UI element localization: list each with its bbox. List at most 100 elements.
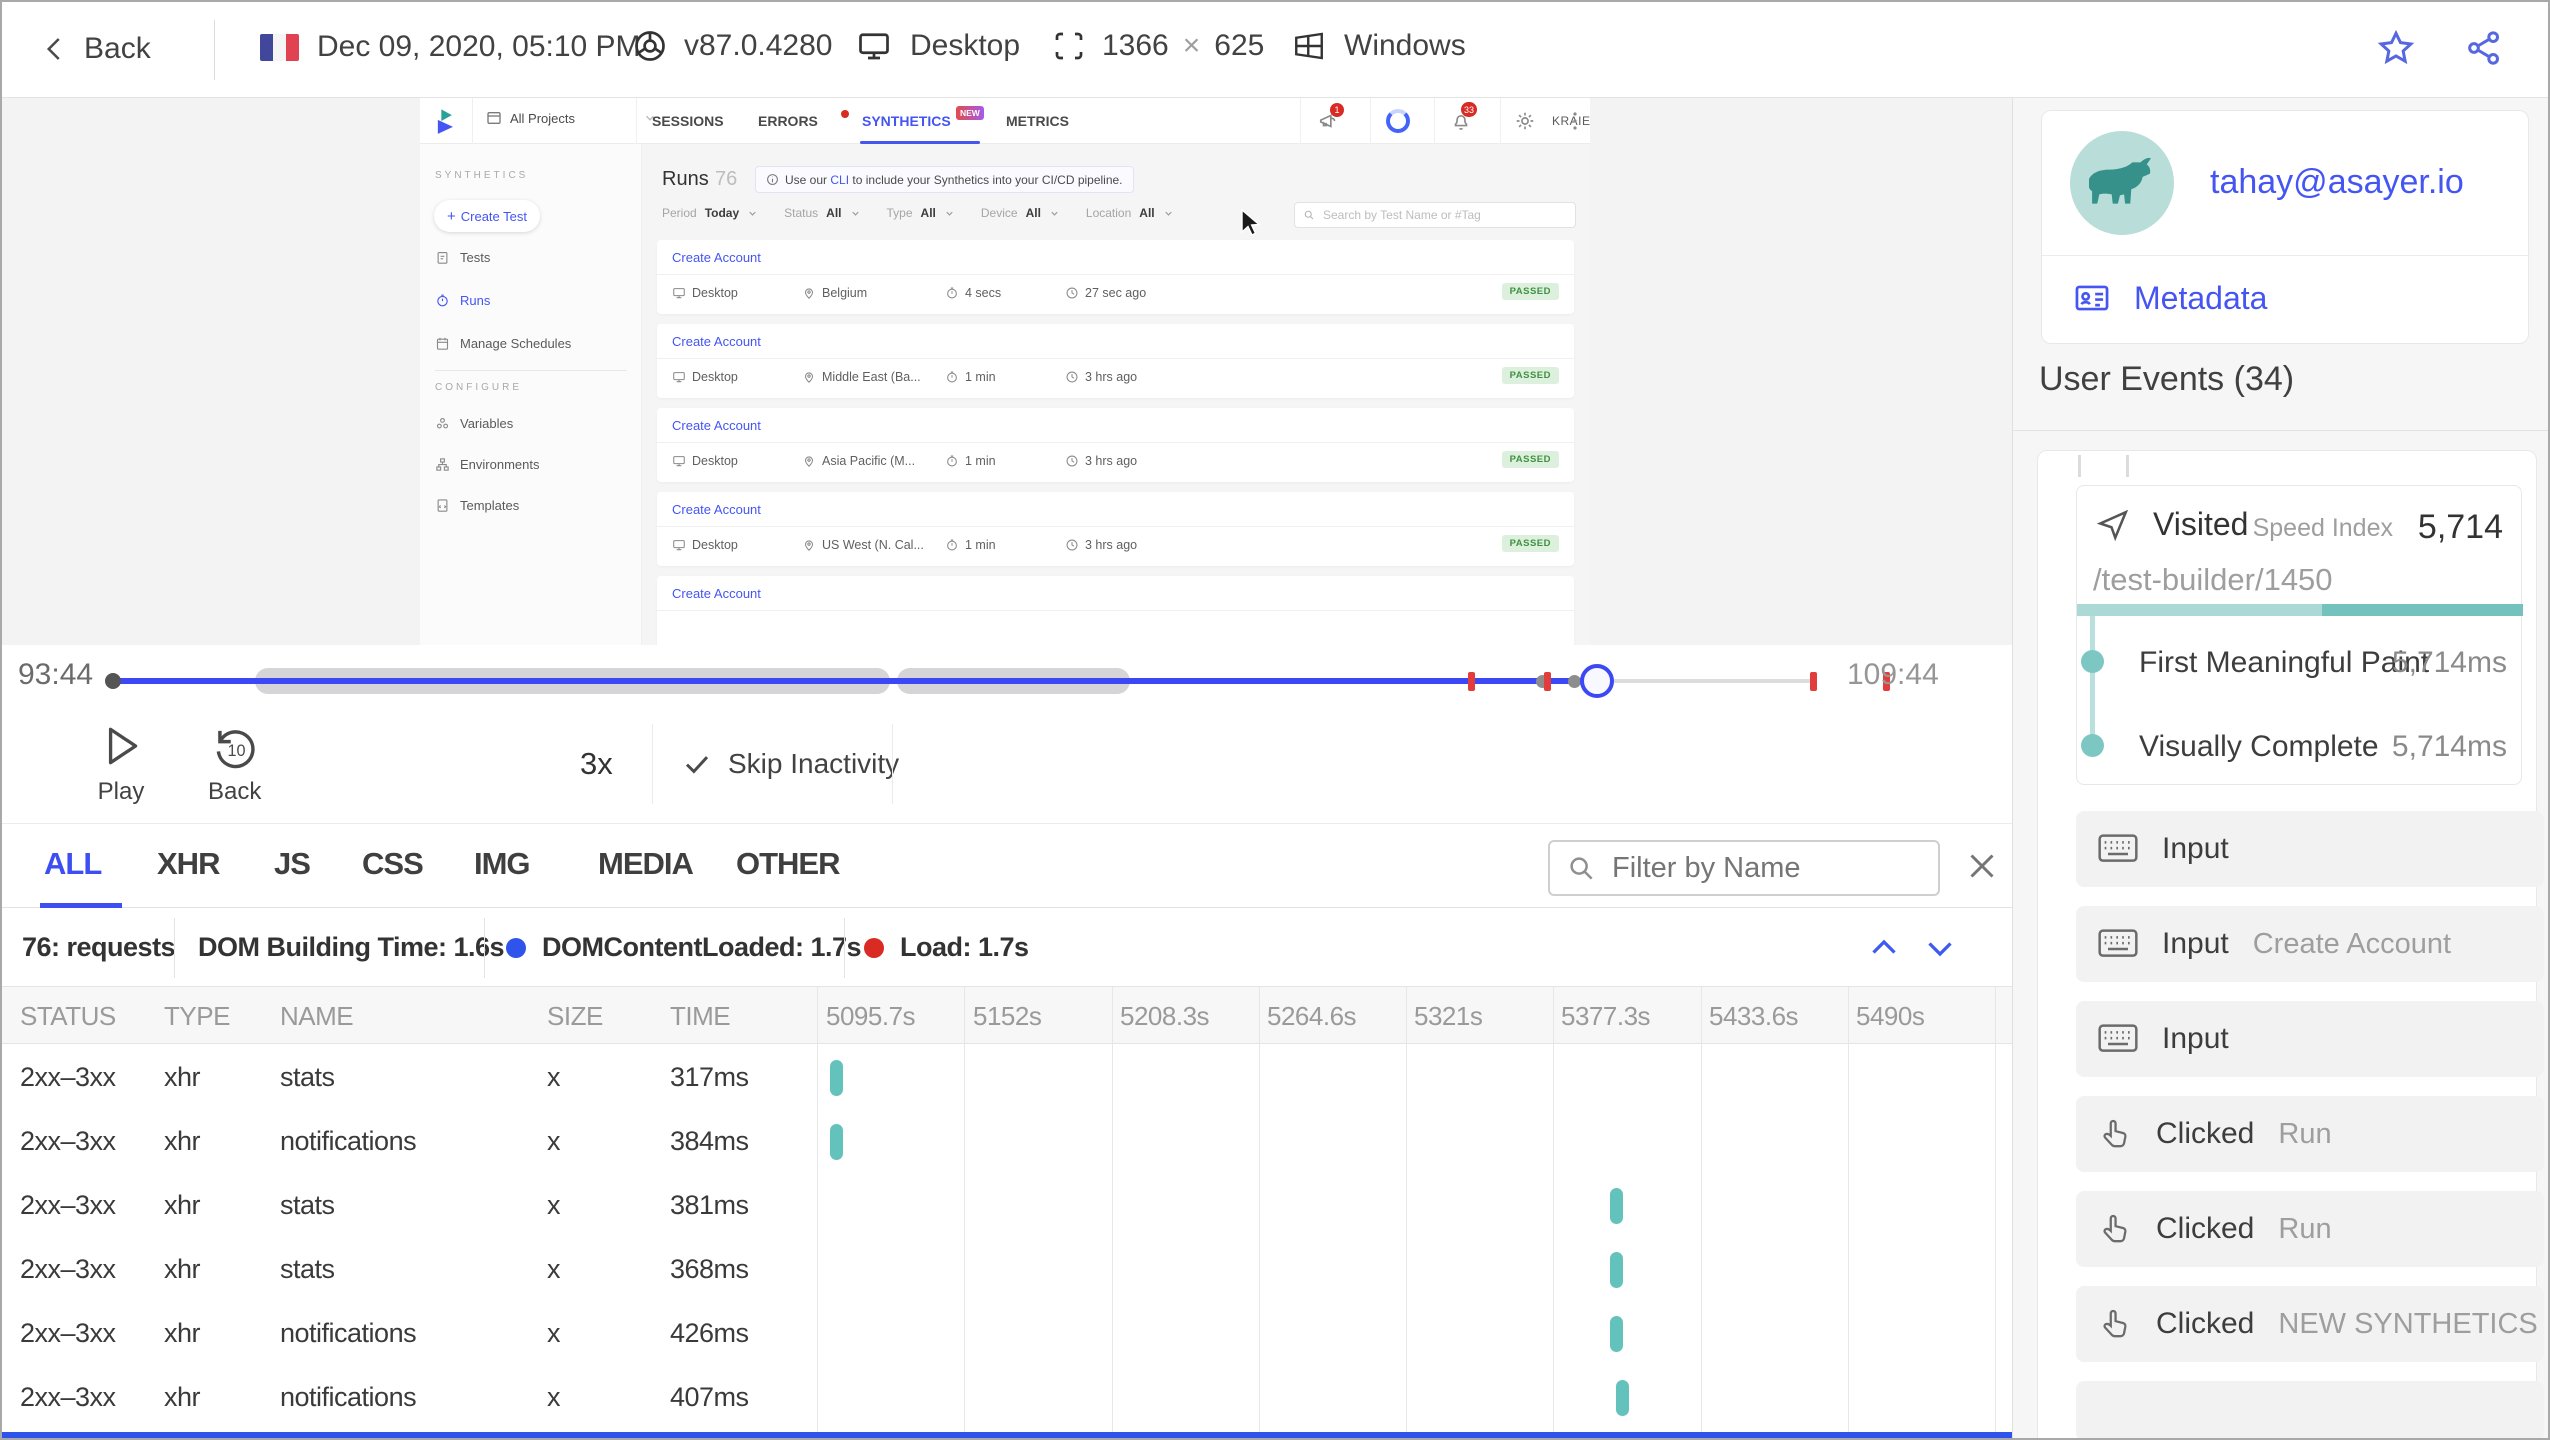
settings-gear-icon[interactable] xyxy=(1514,110,1536,132)
event-detail: Run xyxy=(2278,1117,2332,1150)
kebab-menu-icon[interactable] xyxy=(1568,111,1582,131)
app-tab-metrics[interactable]: METRICS xyxy=(1006,113,1069,129)
timeline-remaining[interactable] xyxy=(1599,679,1817,683)
jump-prev-icon[interactable] xyxy=(1864,930,1904,966)
share-icon[interactable] xyxy=(2464,28,2504,68)
monitor-icon xyxy=(673,540,685,551)
filter-type[interactable]: Type All xyxy=(887,206,955,220)
run-card[interactable]: Create Account Desktop Belgium 4 secs 27… xyxy=(657,240,1574,314)
run-name-link[interactable]: Create Account xyxy=(672,502,761,517)
event-item-partial[interactable] xyxy=(2076,1381,2544,1438)
network-tab-css[interactable]: CSS xyxy=(362,846,424,882)
filter-device[interactable]: Device All xyxy=(981,206,1060,220)
timeline-progress[interactable] xyxy=(112,678,1599,684)
network-request-row[interactable]: 2xx–3xx xhr stats x 381ms xyxy=(2,1174,2012,1238)
project-selector[interactable]: All Projects xyxy=(486,110,657,126)
map-pin-icon xyxy=(804,456,814,467)
network-request-row[interactable]: 2xx–3xx xhr notifications x 384ms xyxy=(2,1110,2012,1174)
skip-inactivity-checkbox[interactable]: Skip Inactivity xyxy=(682,748,899,780)
event-item-clicked[interactable]: Clicked Run xyxy=(2076,1191,2544,1267)
sidebar-item-variables[interactable]: Variables xyxy=(435,416,513,431)
jump-next-icon[interactable] xyxy=(1920,930,1960,966)
run-status-badge: PASSED xyxy=(1501,283,1559,300)
network-filter-input[interactable] xyxy=(1610,850,1914,886)
time-col-label: 5321s xyxy=(1414,1001,1483,1031)
network-tab-img[interactable]: IMG xyxy=(474,846,531,882)
event-item-clicked[interactable]: Clicked Run xyxy=(2076,1096,2544,1172)
network-request-row[interactable]: 2xx–3xx xhr stats x 317ms xyxy=(2,1046,2012,1110)
run-name-link[interactable]: Create Account xyxy=(672,334,761,349)
chevron-down-icon xyxy=(851,211,859,216)
notifications-bell-icon[interactable]: 33 xyxy=(1450,102,1477,132)
play-button[interactable]: Play xyxy=(96,718,146,806)
run-card[interactable]: Create Account Desktop Asia Pacific (M..… xyxy=(657,408,1574,482)
sidebar-item-tests[interactable]: Tests xyxy=(435,250,490,265)
back-button[interactable]: Back xyxy=(40,30,151,68)
event-item-input[interactable]: Input Create Account xyxy=(2076,906,2544,982)
network-request-row[interactable]: 2xx–3xx xhr notifications x 407ms xyxy=(2,1366,2012,1430)
france-flag-icon xyxy=(260,33,299,61)
search-icon xyxy=(1304,210,1314,220)
col-type[interactable]: TYPE xyxy=(164,1001,230,1032)
timeline-error-marker[interactable] xyxy=(1544,672,1551,691)
event-detail: Run xyxy=(2278,1212,2332,1245)
event-item-clicked[interactable]: Clicked NEW SYNTHETICS xyxy=(2076,1286,2544,1362)
sidebar-item-templates[interactable]: Templates xyxy=(435,498,519,513)
timeline-error-marker[interactable] xyxy=(1810,672,1817,691)
clock-icon xyxy=(1066,539,1078,551)
network-tab-media[interactable]: MEDIA xyxy=(598,846,694,882)
create-test-button[interactable]: + Create Test xyxy=(434,200,540,232)
col-status[interactable]: STATUS xyxy=(20,1001,116,1032)
run-name-link[interactable]: Create Account xyxy=(672,586,761,601)
app-tab-sessions[interactable]: SESSIONS xyxy=(652,113,724,129)
col-time[interactable]: TIME xyxy=(670,1001,731,1032)
metadata-button[interactable]: Metadata xyxy=(2072,279,2267,317)
sidebar-item-runs[interactable]: Runs xyxy=(435,293,490,308)
event-type: Clicked xyxy=(2156,1117,2255,1150)
network-tab-all[interactable]: ALL xyxy=(44,846,102,882)
visited-event-card[interactable]: Visited Speed Index 5,714 /test-builder/… xyxy=(2076,485,2523,785)
network-request-row[interactable]: 2xx–3xx xhr notifications x 426ms xyxy=(2,1302,2012,1366)
runs-search-box[interactable]: Search by Test Name or #Tag xyxy=(1294,202,1576,228)
run-card[interactable]: Create Account Desktop Middle East (Ba..… xyxy=(657,324,1574,398)
user-email[interactable]: tahay@asayer.io xyxy=(2210,163,2464,202)
sidebar-item-environments[interactable]: Environments xyxy=(435,457,539,472)
announcements-icon[interactable]: 1 xyxy=(1318,103,1344,132)
back-10-button[interactable]: 10 Back xyxy=(208,718,261,806)
play-label: Play xyxy=(97,778,145,805)
sidebar-item-manage-schedules[interactable]: Manage Schedules xyxy=(435,336,571,351)
replayed-app-screen: All Projects SESSIONS ERRORS SYNTHETICS … xyxy=(420,98,1590,645)
event-type: Input xyxy=(2162,1022,2229,1055)
network-request-row[interactable]: 2xx–3xx xhr stats x 368ms xyxy=(2,1238,2012,1302)
filter-status[interactable]: Status All xyxy=(784,206,860,220)
network-tab-xhr[interactable]: XHR xyxy=(157,846,220,882)
event-item-input[interactable]: Input xyxy=(2076,811,2544,887)
event-detail: Create Account xyxy=(2252,927,2452,960)
run-name-link[interactable]: Create Account xyxy=(672,418,761,433)
network-tab-js[interactable]: JS xyxy=(274,846,311,882)
speed-toggle[interactable]: 3x xyxy=(580,746,613,782)
horizontal-scrollbar[interactable] xyxy=(2,1432,2012,1438)
timeline-playhead[interactable] xyxy=(1580,664,1614,698)
close-panel-icon[interactable] xyxy=(1964,848,2000,884)
app-tab-errors[interactable]: ERRORS xyxy=(758,113,818,129)
waterfall-bar xyxy=(1610,1252,1623,1288)
timeline-error-marker[interactable] xyxy=(1468,672,1475,691)
col-size[interactable]: SIZE xyxy=(547,1001,603,1032)
event-item-input[interactable]: Input xyxy=(2076,1001,2544,1077)
resolution-separator: × xyxy=(1182,29,1201,62)
run-name-link[interactable]: Create Account xyxy=(672,250,761,265)
run-card[interactable]: Create Account Desktop US West (N. Cal..… xyxy=(657,492,1574,566)
favorite-star-icon[interactable] xyxy=(2376,28,2416,68)
cell-name: notifications xyxy=(280,1382,417,1412)
app-tab-synthetics[interactable]: SYNTHETICS xyxy=(862,113,951,129)
navigation-icon xyxy=(2096,509,2129,541)
cli-link[interactable]: CLI xyxy=(830,173,849,187)
time-col-label: 5264.6s xyxy=(1267,1001,1357,1031)
run-card[interactable]: Create Account xyxy=(657,576,1574,645)
col-name[interactable]: NAME xyxy=(280,1001,354,1032)
sidebar-section-synthetics: SYNTHETICS xyxy=(435,170,529,181)
network-tab-other[interactable]: OTHER xyxy=(736,846,840,882)
filter-period[interactable]: Period Today xyxy=(662,206,758,220)
filter-location[interactable]: Location All xyxy=(1086,206,1174,220)
